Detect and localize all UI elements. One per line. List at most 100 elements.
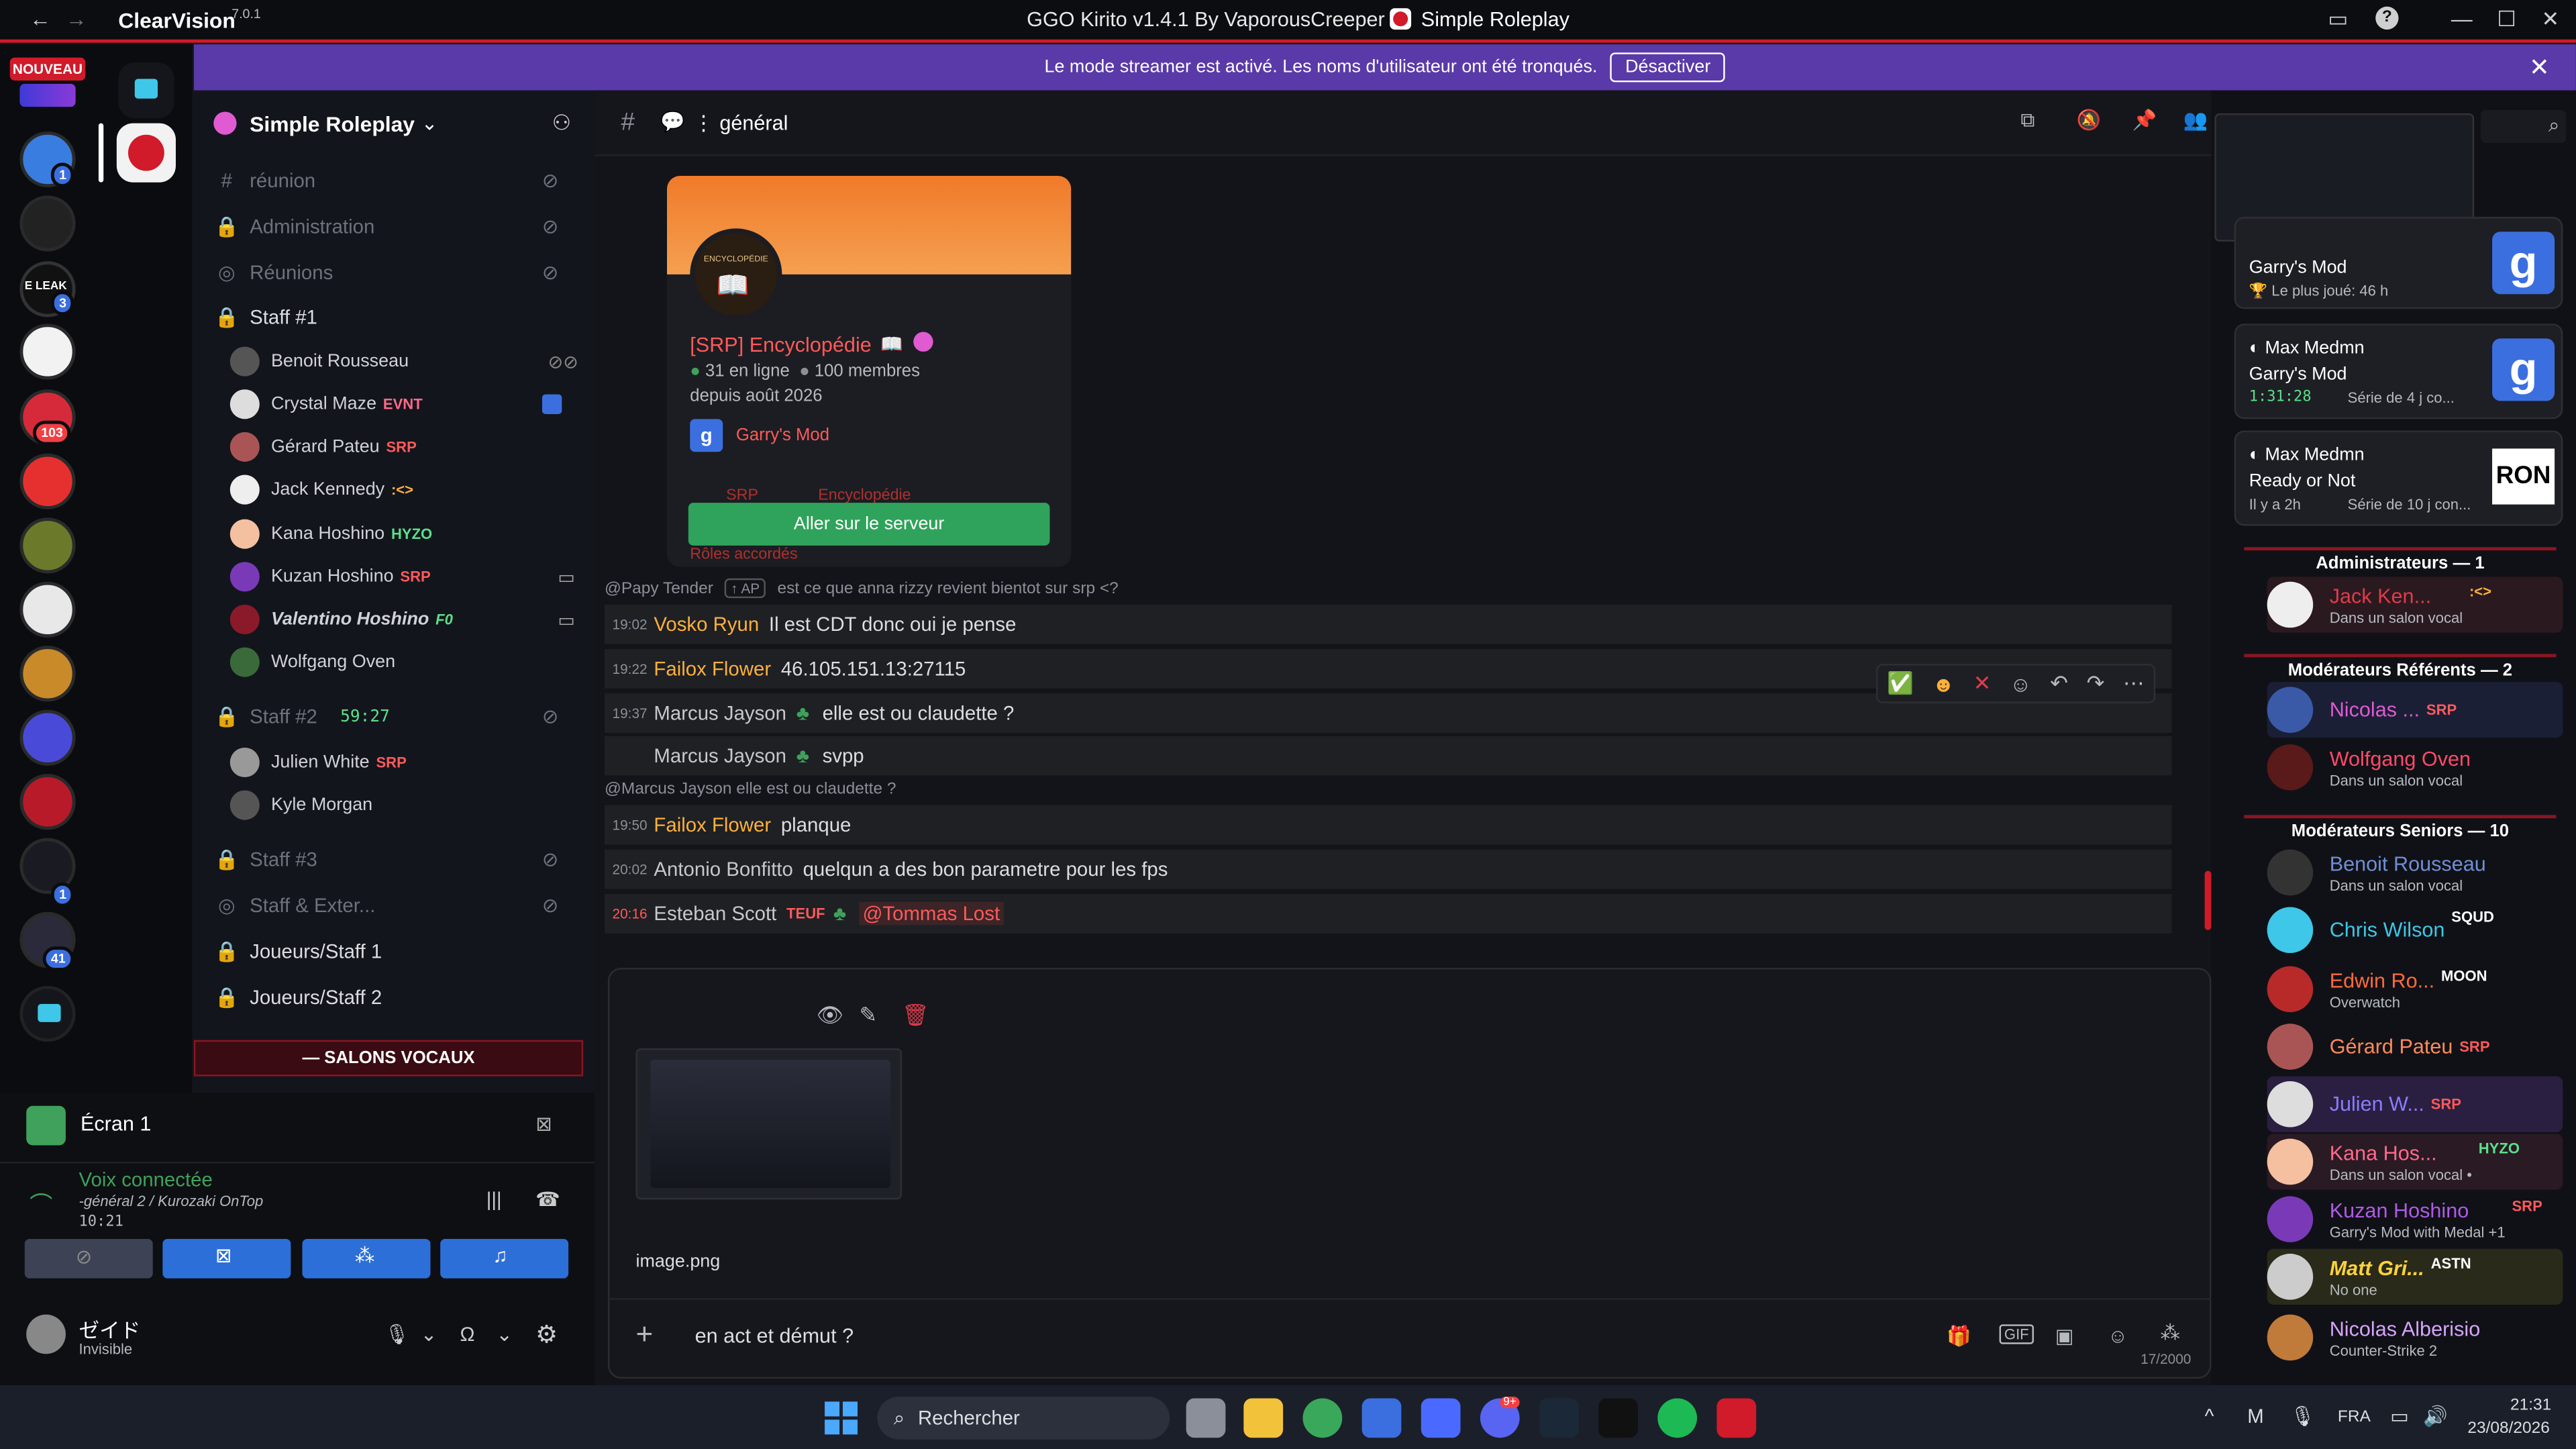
back-arrow-icon[interactable]: ← (30, 7, 51, 32)
message-author[interactable]: Failox Flower (654, 813, 771, 836)
add-reaction-icon[interactable]: ☺ (2010, 671, 2032, 696)
message-row[interactable]: Marcus Jayson ♣ svpp (604, 736, 2172, 776)
disconnect-icon[interactable]: ☎ (535, 1188, 560, 1211)
close-window-icon[interactable]: ✕ (2542, 7, 2560, 33)
home-logo[interactable] (19, 83, 76, 107)
view-attachment-icon[interactable]: 👁 (817, 1002, 843, 1028)
signal-icon[interactable]: ⌒ (30, 1188, 52, 1221)
activity-card[interactable]: Garry's Mod 🏆 Le plus joué: 46 h g (2234, 217, 2563, 309)
settings-gear-icon[interactable]: ⚙ (535, 1319, 558, 1349)
task-view-icon[interactable] (1186, 1398, 1226, 1438)
emoji-reaction-icon[interactable]: ☻ (1933, 671, 1955, 696)
message-author[interactable]: Esteban Scott (654, 902, 776, 925)
mention[interactable]: @Tommas Lost (859, 902, 1004, 926)
channel-item[interactable]: 🔒 Staff #3 ⊘ (213, 842, 575, 878)
server-icon[interactable] (19, 581, 76, 638)
search-box[interactable]: ⌕ (2480, 110, 2567, 144)
members-icon[interactable]: 👥 (2183, 109, 2208, 132)
voice-member[interactable]: Benoit Rousseau ⊘⊘ (229, 344, 592, 380)
member-item[interactable]: Wolfgang Oven Dans un salon vocal (2267, 740, 2563, 795)
member-item[interactable]: Jack Ken... Dans un salon vocal :<> (2267, 577, 2563, 633)
member-item[interactable]: Kuzan Hoshino Garry's Mod with Medal +1 S… (2267, 1191, 2563, 1247)
threads-icon[interactable]: ⧉ (2020, 109, 2034, 134)
member-item[interactable]: Nicolas Alberisio Counter-Strike 2 (2267, 1309, 2563, 1365)
voice-member[interactable]: Kyle Morgan (229, 787, 592, 823)
app-taskbar-icon[interactable] (1716, 1398, 1757, 1438)
reply-icon[interactable]: ↶ (2050, 670, 2068, 697)
app-taskbar-icon[interactable] (1421, 1398, 1461, 1438)
check-reaction-icon[interactable]: ✅ (1887, 670, 1914, 697)
message-author[interactable]: Marcus Jayson (654, 744, 786, 767)
windows-start-icon[interactable] (825, 1401, 858, 1435)
epic-tray-icon[interactable]: M (2247, 1405, 2263, 1428)
message-author[interactable]: Marcus Jayson (654, 701, 786, 724)
voice-member[interactable]: Wolfgang Oven (229, 644, 592, 681)
add-member-icon[interactable]: ⚇ (552, 110, 572, 136)
member-item[interactable]: Gérard Pateu SRP (2267, 1019, 2563, 1075)
voice-channel[interactable]: 🔒 Joueurs/Staff 1 (213, 934, 575, 970)
more-icon[interactable]: ⋯ (2123, 670, 2145, 697)
forward-icon[interactable]: ↷ (2087, 670, 2105, 697)
server-icon-srp[interactable] (19, 323, 76, 380)
activities-button[interactable]: ⁂ (302, 1239, 431, 1279)
server-icon[interactable] (19, 195, 76, 252)
invite-server-name[interactable]: [SRP] Encyclopédie (690, 334, 871, 356)
channel-item[interactable]: ◎ Réunions ⊘ (213, 254, 575, 291)
server-icon[interactable] (19, 709, 76, 766)
activity-card[interactable]: ◐ Max Medmn Ready or Not Il y a 2h Série… (2234, 430, 2563, 526)
edit-attachment-icon[interactable]: ✎ (859, 1002, 877, 1028)
message-input[interactable]: en act et démut ? (695, 1324, 854, 1347)
voice-channel-staff-1[interactable]: 🔒 Staff #1 (213, 299, 575, 336)
attachment-preview[interactable] (635, 1048, 903, 1200)
camera-button[interactable]: ⊘ (24, 1239, 153, 1279)
emoji-icon[interactable]: ☺ (2108, 1324, 2128, 1347)
voice-member[interactable]: Kana Hoshino HYZO (229, 516, 592, 552)
microphone-icon[interactable]: 🎙 (384, 1323, 409, 1346)
member-item[interactable]: Julien W... SRP (2267, 1076, 2563, 1132)
folder-icon[interactable] (19, 985, 76, 1042)
voice-member[interactable]: Valentino Hoshino F0 ▭ (229, 601, 592, 638)
voice-channel[interactable]: 🔒 Joueurs/Staff 2 (213, 979, 575, 1015)
voice-member[interactable]: Kuzan Hoshino SRP ▭ (229, 558, 592, 595)
share-screen-button[interactable]: ⊠ (162, 1239, 291, 1279)
member-item[interactable]: Chris Wilson SQUD (2267, 902, 2563, 958)
channel-item[interactable]: ◎ Staff & Exter... ⊘ (213, 887, 575, 923)
file-explorer-icon[interactable] (1243, 1398, 1284, 1438)
chevron-down-icon[interactable]: ⌄ (496, 1323, 513, 1346)
minimize-icon[interactable]: — (2451, 7, 2473, 32)
member-item[interactable]: Benoit Rousseau Dans un salon vocal (2267, 844, 2563, 900)
noise-suppression-icon[interactable]: ||| (486, 1188, 502, 1211)
reply-preview[interactable]: @Papy Tender ↑ AP est ce que anna rizzy … (605, 578, 1119, 603)
pin-icon[interactable]: 📌 (2132, 109, 2157, 132)
chrome-icon[interactable] (1302, 1398, 1343, 1438)
voice-member[interactable]: Crystal Maze EVNT (229, 386, 592, 422)
channel-item[interactable]: # réunion ⊘ (213, 162, 575, 199)
language-indicator[interactable]: FRA (2338, 1408, 2371, 1426)
voice-status[interactable]: Voix connectée (79, 1168, 213, 1191)
member-item[interactable]: Kana Hos... Dans un salon vocal • HYZO (2267, 1134, 2563, 1190)
reply-preview[interactable]: @Marcus Jayson elle est ou claudette ? (605, 781, 896, 803)
gif-icon[interactable]: GIF (1999, 1324, 2034, 1344)
soundboard-button[interactable]: ♫ (440, 1239, 569, 1279)
spotify-taskbar-icon[interactable] (1657, 1398, 1698, 1438)
close-banner-icon[interactable]: ✕ (2529, 52, 2550, 83)
gift-icon[interactable]: 🎁 (1947, 1324, 1971, 1347)
join-server-button[interactable]: Aller sur le serveur (688, 503, 1050, 546)
message-row[interactable]: 19:02 Vosko Ryun Il est CDT donc oui je … (604, 604, 2172, 644)
member-item[interactable]: Matt Gri... No one ASTN (2267, 1248, 2563, 1305)
epic-taskbar-icon[interactable] (1598, 1398, 1638, 1438)
voice-member[interactable]: Gérard Pateu SRP (229, 429, 592, 465)
sticker-icon[interactable]: ▣ (2055, 1324, 2074, 1347)
delete-attachment-icon[interactable]: 🗑 (902, 1002, 929, 1028)
server-icon[interactable] (19, 774, 76, 830)
message-author[interactable]: Antonio Bonfitto (654, 858, 792, 881)
mic-tray-icon[interactable]: 🎙 (2290, 1405, 2315, 1428)
volume-icon[interactable]: 🔊 (2423, 1405, 2448, 1428)
help-icon[interactable]: ? (2375, 6, 2399, 30)
inbox-icon[interactable]: ▭ (2328, 7, 2348, 33)
voice-section-header[interactable]: — SALONS VOCAUX (193, 1040, 584, 1077)
message-author[interactable]: Vosko Ryun (654, 613, 759, 636)
voice-member[interactable]: Julien White SRP (229, 744, 592, 781)
member-item[interactable]: Edwin Ro... Overwatch MOON (2267, 961, 2563, 1017)
clock-time[interactable]: 21:31 (2510, 1397, 2551, 1415)
